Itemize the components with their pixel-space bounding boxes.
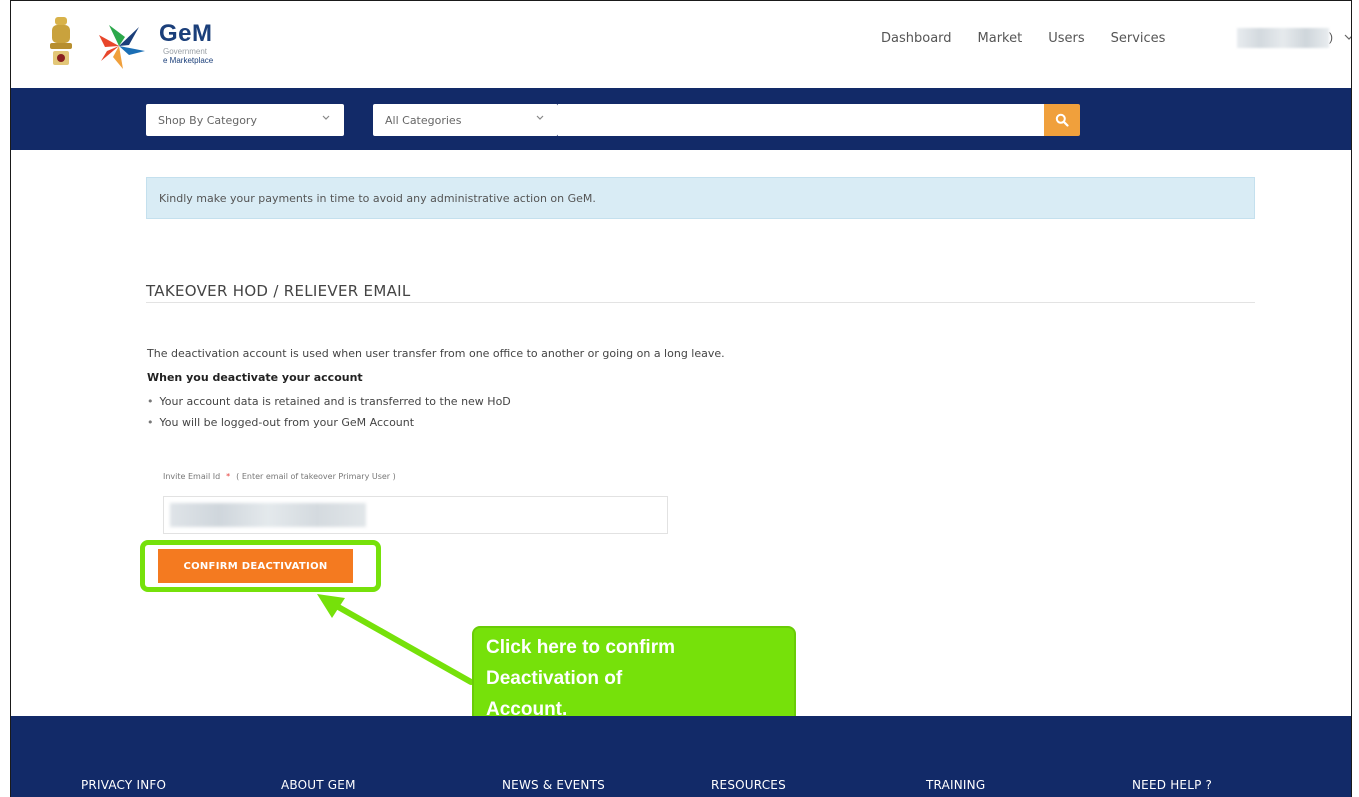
list-item: Your account data is retained and is tra…	[147, 395, 511, 416]
chevron-down-icon[interactable]	[1344, 30, 1351, 44]
logo-subtitle-2: e Marketplace	[163, 56, 214, 65]
invite-email-hint: ( Enter email of takeover Primary User )	[236, 472, 396, 481]
list-item: You will be logged-out from your GeM Acc…	[147, 416, 511, 437]
confirm-deactivation-button[interactable]: CONFIRM DEACTIVATION	[158, 549, 353, 583]
redacted-email-value	[170, 503, 366, 527]
all-categories-label: All Categories	[385, 114, 462, 127]
gem-logo[interactable]: GeM Government e Marketplace	[159, 20, 214, 66]
callout-line-2: Deactivation of	[486, 668, 623, 689]
deactivation-consequences-list: Your account data is retained and is tra…	[147, 395, 511, 437]
nav-dashboard[interactable]: Dashboard	[881, 31, 952, 46]
logo-title: GeM	[159, 20, 213, 47]
nav-services[interactable]: Services	[1111, 31, 1166, 46]
user-menu-suffix: )	[1329, 30, 1333, 44]
invite-email-field[interactable]	[163, 496, 668, 534]
logo-subtitle-1: Government	[163, 47, 208, 56]
deactivation-description: The deactivation account is used when us…	[147, 347, 725, 360]
chevron-down-icon	[536, 114, 544, 124]
footer: PRIVACY INFO ABOUT GEM NEWS & EVENTS RES…	[11, 716, 1351, 797]
all-categories-select[interactable]: All Categories	[373, 104, 558, 136]
deactivation-subheading: When you deactivate your account	[147, 371, 363, 384]
footer-link-resources[interactable]: RESOURCES	[711, 778, 786, 792]
chevron-down-icon	[322, 114, 330, 124]
shop-by-category-select[interactable]: Shop By Category	[146, 104, 344, 136]
footer-link-privacy[interactable]: PRIVACY INFO	[81, 778, 166, 792]
invite-email-label: Invite Email Id * ( Enter email of takeove…	[163, 472, 396, 481]
required-mark: *	[226, 472, 231, 481]
footer-link-help[interactable]: NEED HELP ?	[1132, 778, 1212, 792]
top-nav: Dashboard Market Users Services	[881, 31, 1191, 46]
nav-market[interactable]: Market	[978, 31, 1023, 46]
footer-link-training[interactable]: TRAINING	[926, 778, 985, 792]
national-emblem-icon	[50, 17, 72, 65]
invite-email-label-text: Invite Email Id	[163, 472, 221, 481]
page-frame: GeM Government e Marketplace Dashboard M…	[10, 0, 1352, 797]
search-input[interactable]	[558, 104, 1044, 136]
top-header: GeM Government e Marketplace Dashboard M…	[11, 0, 1351, 88]
search-button[interactable]	[1044, 104, 1080, 136]
footer-link-about[interactable]: ABOUT GEM	[281, 778, 356, 792]
search-bar: Shop By Category All Categories	[11, 88, 1351, 150]
payment-alert: Kindly make your payments in time to avo…	[146, 177, 1255, 219]
gem-logo-icon	[99, 25, 145, 69]
page-title: TAKEOVER HOD / RELIEVER EMAIL	[146, 282, 411, 300]
title-divider	[146, 302, 1255, 303]
nav-users[interactable]: Users	[1048, 31, 1084, 46]
callout-line-1: Click here to confirm	[486, 637, 675, 658]
user-menu-name-redacted[interactable]	[1237, 28, 1329, 48]
shop-by-category-label: Shop By Category	[158, 114, 257, 127]
footer-link-news[interactable]: NEWS & EVENTS	[502, 778, 605, 792]
footer-links: PRIVACY INFO ABOUT GEM NEWS & EVENTS RES…	[11, 778, 1351, 797]
search-icon	[1055, 113, 1069, 127]
